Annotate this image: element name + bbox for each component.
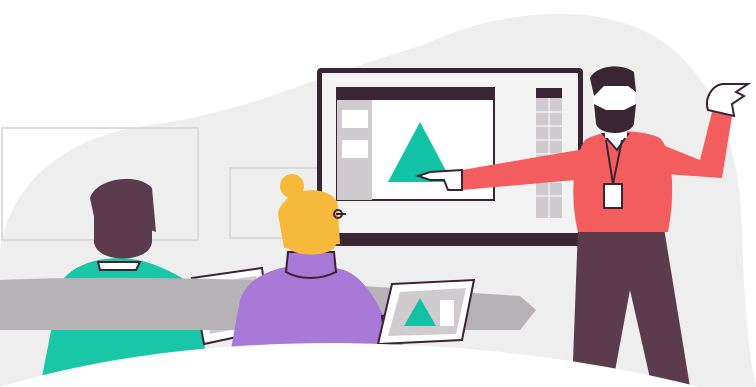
app-sidebar-item-1 bbox=[342, 110, 368, 128]
scene-svg bbox=[0, 13, 756, 387]
id-badge bbox=[603, 183, 623, 209]
panel-header bbox=[536, 88, 562, 98]
app-properties-panel bbox=[536, 88, 562, 218]
app-window-titlebar bbox=[337, 88, 494, 100]
presentation-illustration bbox=[0, 0, 756, 387]
listener-right-hair bbox=[278, 193, 340, 248]
listener-left-collar bbox=[96, 261, 142, 271]
tablet-right-panel bbox=[440, 300, 454, 326]
tablet-right bbox=[376, 278, 476, 346]
monitor-stand bbox=[425, 233, 473, 242]
presenter-hand-raised bbox=[706, 83, 752, 118]
listener-right-collar bbox=[284, 251, 338, 279]
app-sidebar-item-2 bbox=[342, 140, 368, 158]
listener-right-hair-bun bbox=[280, 174, 304, 198]
